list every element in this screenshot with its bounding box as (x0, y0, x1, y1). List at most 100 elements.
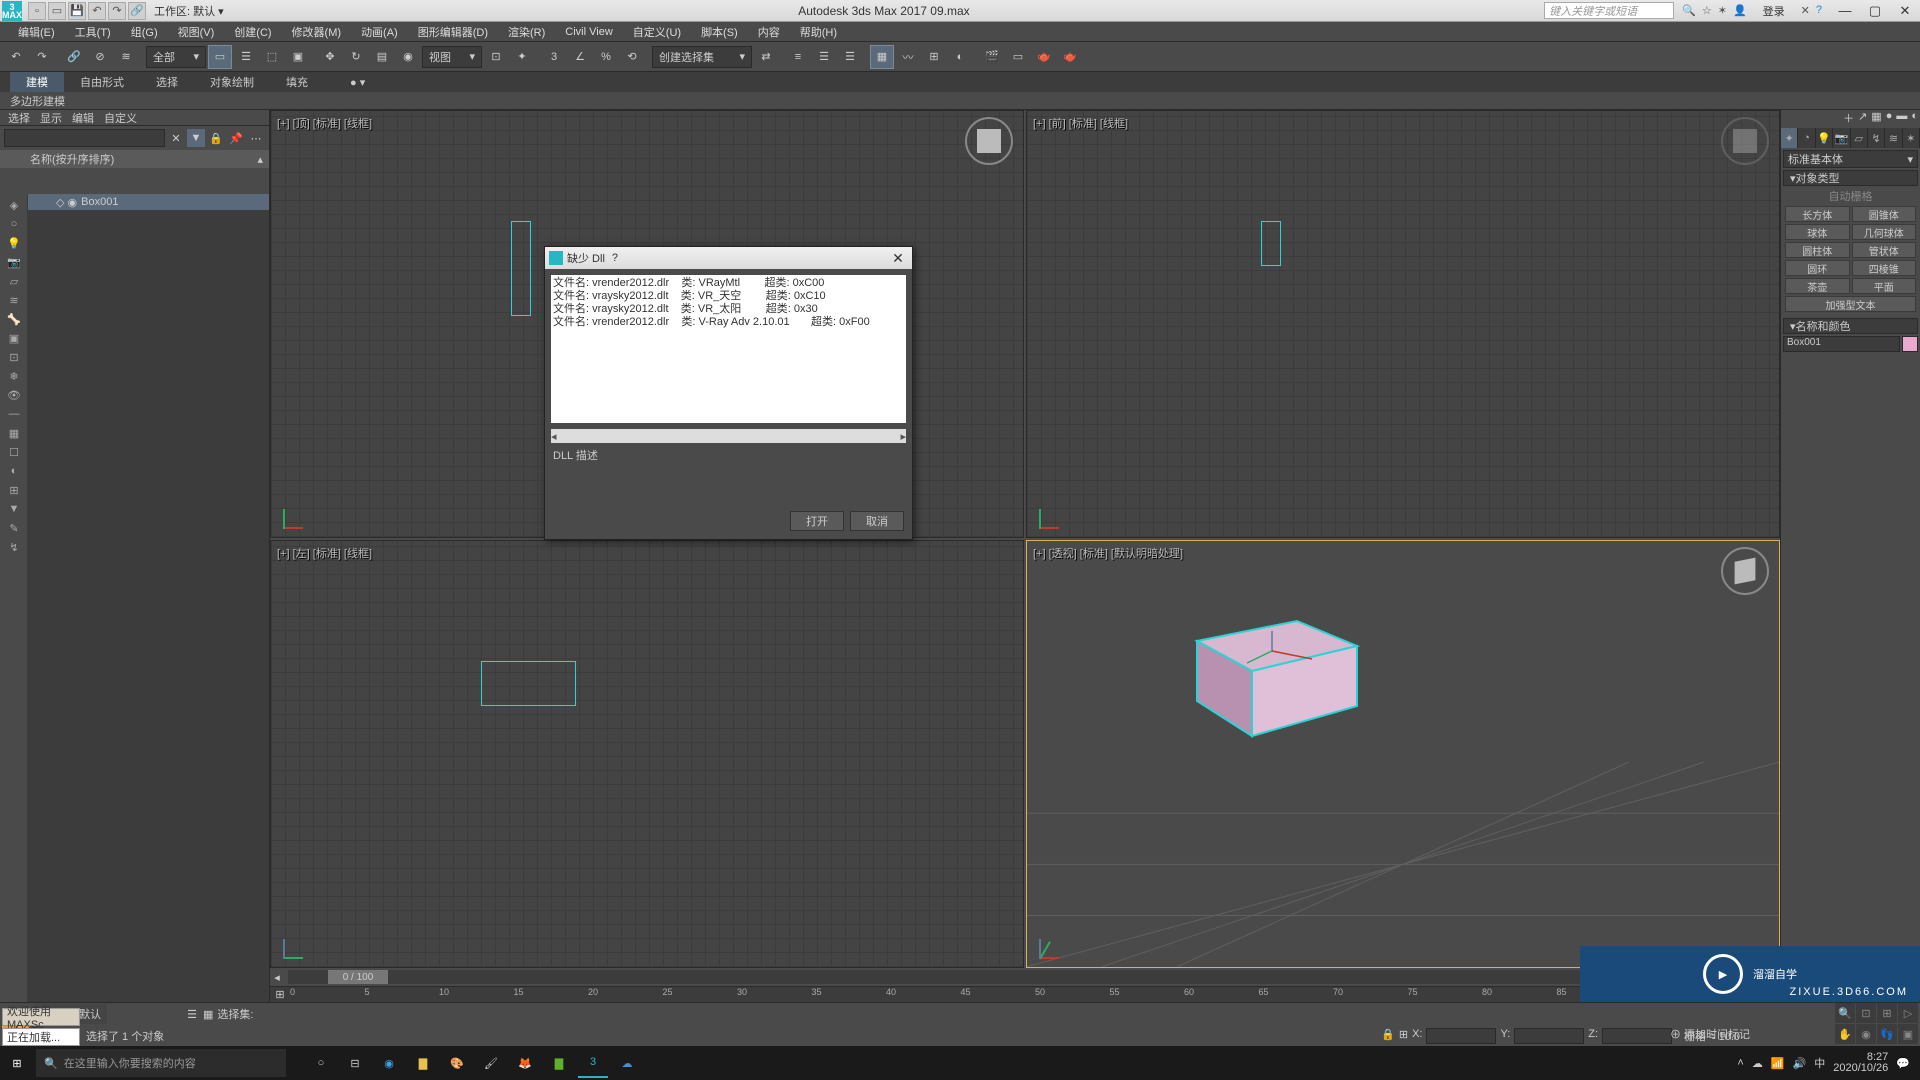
angle-snap-icon[interactable]: ∠ (568, 45, 592, 69)
percent-snap-icon[interactable]: % (594, 45, 618, 69)
ribbon-sub-poly[interactable]: 多边形建模 (10, 93, 65, 109)
undo-icon[interactable]: ↶ (4, 45, 28, 69)
se-column-header[interactable]: 名称(按升序排序)▴ (0, 150, 269, 168)
se-item-box001[interactable]: ◇ ◉ Box001 (28, 194, 269, 210)
prim-box[interactable]: 长方体 (1785, 206, 1850, 222)
window-crossing-icon[interactable]: ▣ (286, 45, 310, 69)
more-tab-icon[interactable]: ✶ (1903, 128, 1920, 148)
cmd-subcategory-dropdown[interactable]: 标准基本体▾ (1783, 150, 1918, 168)
z-input[interactable] (1602, 1028, 1672, 1044)
search-icon[interactable]: 🔍 (1682, 4, 1696, 17)
login-link[interactable]: 登录 (1763, 3, 1785, 19)
viewcube-icon[interactable] (965, 117, 1013, 165)
create-tab-icon[interactable]: ✦ (1781, 128, 1798, 148)
render-setup-icon[interactable]: 🎬 (980, 45, 1004, 69)
list-item[interactable]: 文件名: vrender2012.dlr 类: VRayMtl 超类: 0xC0… (553, 277, 904, 290)
motion-tab-icon[interactable]: 📷 (1833, 128, 1850, 148)
prim-cone[interactable]: 圆锥体 (1852, 206, 1917, 222)
list-item[interactable]: 文件名: vrender2012.dlr 类: V-Ray Adv 2.10.0… (553, 316, 904, 329)
viewport-left[interactable]: [+] [左] [标准] [线框] (270, 540, 1024, 968)
menu-render[interactable]: 渲染(R) (498, 24, 555, 40)
menu-anim[interactable]: 动画(A) (351, 24, 408, 40)
taskbar-clock[interactable]: 8:272020/10/26 (1833, 1052, 1888, 1074)
open-icon[interactable]: ▭ (48, 2, 66, 20)
edge-icon[interactable]: ◉ (374, 1048, 404, 1078)
arrow-icon[interactable]: ↗ (1858, 110, 1867, 126)
manip-icon[interactable]: ✦ (510, 45, 534, 69)
menu-help[interactable]: 帮助(H) (790, 24, 847, 40)
redo-icon[interactable]: ↷ (30, 45, 54, 69)
prim-teapot[interactable]: 茶壶 (1785, 278, 1850, 294)
x-input[interactable] (1426, 1028, 1496, 1044)
se-tab-display[interactable]: 显示 (40, 110, 62, 125)
vp-label-top[interactable]: [+] [顶] [标准] [线框] (277, 115, 372, 131)
new-icon[interactable]: ▫ (28, 2, 46, 20)
select-region-icon[interactable]: ⬚ (260, 45, 284, 69)
select-icon[interactable]: ▭ (208, 45, 232, 69)
viewport-front[interactable]: [+] [前] [标准] [线框] (1026, 110, 1780, 538)
taskbar-search[interactable]: 🔍 在这里输入你要搜索的内容 (36, 1049, 286, 1077)
dll-listbox[interactable]: 文件名: vrender2012.dlr 类: VRayMtl 超类: 0xC0… (551, 275, 906, 423)
vp-label-persp[interactable]: [+] [透视] [标准] [默认明暗处理] (1033, 545, 1183, 561)
prim-plane[interactable]: 平面 (1852, 278, 1917, 294)
render-frame-icon[interactable]: ▭ (1006, 45, 1030, 69)
tray-up-icon[interactable]: ˄ (1737, 1057, 1743, 1069)
menu-create[interactable]: 创建(C) (224, 24, 281, 40)
vp-label-front[interactable]: [+] [前] [标准] [线框] (1033, 115, 1128, 131)
filter-icon[interactable]: ▼ (187, 129, 205, 147)
ribbon-tab-paint[interactable]: 对象绘制 (194, 72, 270, 92)
filter-helper-icon[interactable]: ▱ (3, 272, 25, 290)
prim-tube[interactable]: 管状体 (1852, 242, 1917, 258)
help-icon[interactable]: ? (605, 252, 625, 264)
h-scrollbar[interactable]: ◂▸ (551, 429, 906, 443)
mirror-icon[interactable]: ⇄ (754, 45, 778, 69)
timetag-label[interactable]: ⊕ 添加时间标记 (1670, 1026, 1750, 1042)
more-icon[interactable]: ⋯ (247, 129, 265, 147)
ribbon-record-icon[interactable]: ● ▾ (334, 72, 381, 92)
se-tab-select[interactable]: 选择 (8, 110, 30, 125)
viewcube-icon[interactable] (1721, 117, 1769, 165)
track-bar[interactable]: ⊞ 05101520253035404550556065707580859095… (270, 986, 1780, 1002)
filter-none-icon[interactable]: ☐ (3, 443, 25, 461)
display-tab-icon[interactable]: ▱ (1851, 128, 1868, 148)
redo-icon[interactable]: ↷ (108, 2, 126, 20)
prim-textplus[interactable]: 加强型文本 (1785, 296, 1916, 312)
onedrive-icon[interactable]: ☁ (1752, 1057, 1763, 1070)
open-button[interactable]: 打开 (790, 511, 844, 531)
filter-bone-icon[interactable]: 🦴 (3, 310, 25, 328)
render-icon[interactable]: 🫖 (1032, 45, 1056, 69)
menu-civil[interactable]: Civil View (555, 26, 622, 38)
ribbon-tab-select[interactable]: 选择 (140, 72, 194, 92)
exchange-icon[interactable]: ✕ (1801, 4, 1810, 17)
explorer-icon[interactable]: ▇ (408, 1048, 438, 1078)
undo-icon[interactable]: ↶ (88, 2, 106, 20)
selset-icon[interactable]: ▦ (203, 1008, 213, 1021)
viewport-perspective[interactable]: [+] [透视] [标准] [默认明暗处理] (1026, 540, 1780, 968)
lock-icon[interactable]: 🔒 (207, 129, 225, 147)
cortana-icon[interactable]: ○ (306, 1048, 336, 1078)
filter-invert-icon[interactable]: ◐ (3, 462, 25, 480)
time-slider[interactable]: ◂ 0 / 100 ▸ (270, 968, 1780, 986)
snap-icon[interactable]: 3 (542, 45, 566, 69)
rotate-icon[interactable]: ↻ (344, 45, 368, 69)
prim-cyl[interactable]: 圆柱体 (1785, 242, 1850, 258)
orbit-icon[interactable]: ◉ (1856, 1024, 1876, 1044)
autogrid-checkbox[interactable]: 自动栅格 (1783, 188, 1918, 204)
list-item[interactable]: 文件名: vraysky2012.dlt 类: VR_太阳 超类: 0x30 (553, 303, 904, 316)
b-icon[interactable]: ▬ (1896, 110, 1907, 126)
maxscript-mini[interactable]: 欢迎使用 MAXSc (2, 1008, 80, 1026)
menu-content[interactable]: 内容 (748, 24, 790, 40)
close-button[interactable]: ✕ (1890, 0, 1920, 22)
walk-icon[interactable]: 👣 (1877, 1024, 1897, 1044)
viewcube-icon[interactable] (1721, 547, 1769, 595)
ribbon-toggle-icon[interactable]: ▦ (870, 45, 894, 69)
plus-icon[interactable]: ＋ (1843, 110, 1854, 126)
filter-c-icon[interactable]: ✎ (3, 519, 25, 537)
filter-group-icon[interactable]: ▣ (3, 329, 25, 347)
time-thumb[interactable]: 0 / 100 (328, 970, 388, 984)
ref-coord[interactable]: 视图▾ (422, 46, 482, 68)
se-tree[interactable]: ◇ ◉ Box001 (28, 194, 269, 1002)
grid-icon[interactable]: ▦ (1871, 110, 1881, 126)
schematic-icon[interactable]: ⊞ (922, 45, 946, 69)
sync-icon[interactable]: ✶ (1718, 4, 1727, 17)
